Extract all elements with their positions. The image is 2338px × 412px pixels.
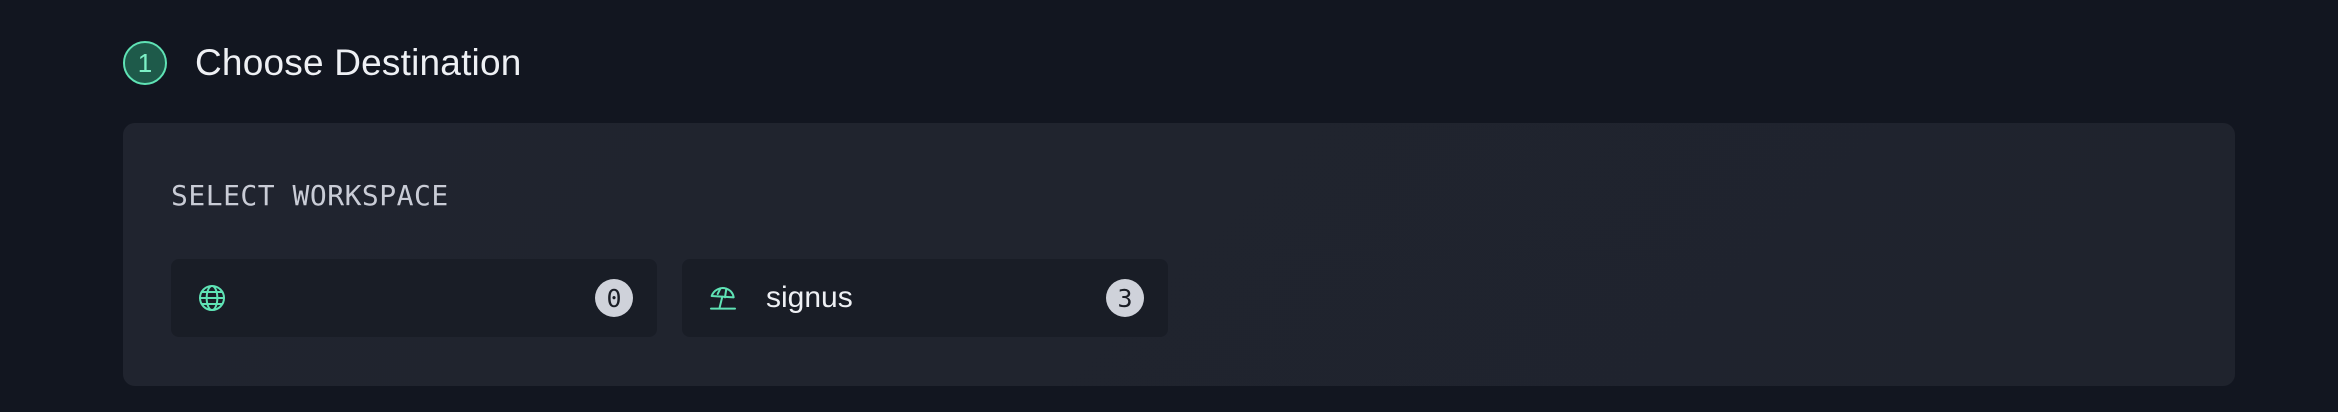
step-number-badge: 1: [123, 41, 167, 85]
globe-icon: [193, 279, 231, 317]
workspace-item-signus[interactable]: signus 3: [682, 259, 1168, 337]
workspace-count-badge: 3: [1106, 279, 1144, 317]
page: 1 Choose Destination SELECT WORKSPACE 0: [0, 0, 2338, 412]
workspace-name: signus: [766, 281, 853, 314]
workspace-item-global[interactable]: 0: [171, 259, 657, 337]
workspace-card: SELECT WORKSPACE 0 signus 3: [123, 123, 2235, 386]
step-title: Choose Destination: [195, 42, 522, 83]
workspace-list: 0 signus 3: [171, 259, 1168, 337]
beach-umbrella-icon: [704, 279, 742, 317]
step-number: 1: [137, 48, 153, 78]
select-workspace-label: SELECT WORKSPACE: [171, 179, 449, 212]
workspace-count-badge: 0: [595, 279, 633, 317]
step-header: 1 Choose Destination: [123, 39, 522, 87]
